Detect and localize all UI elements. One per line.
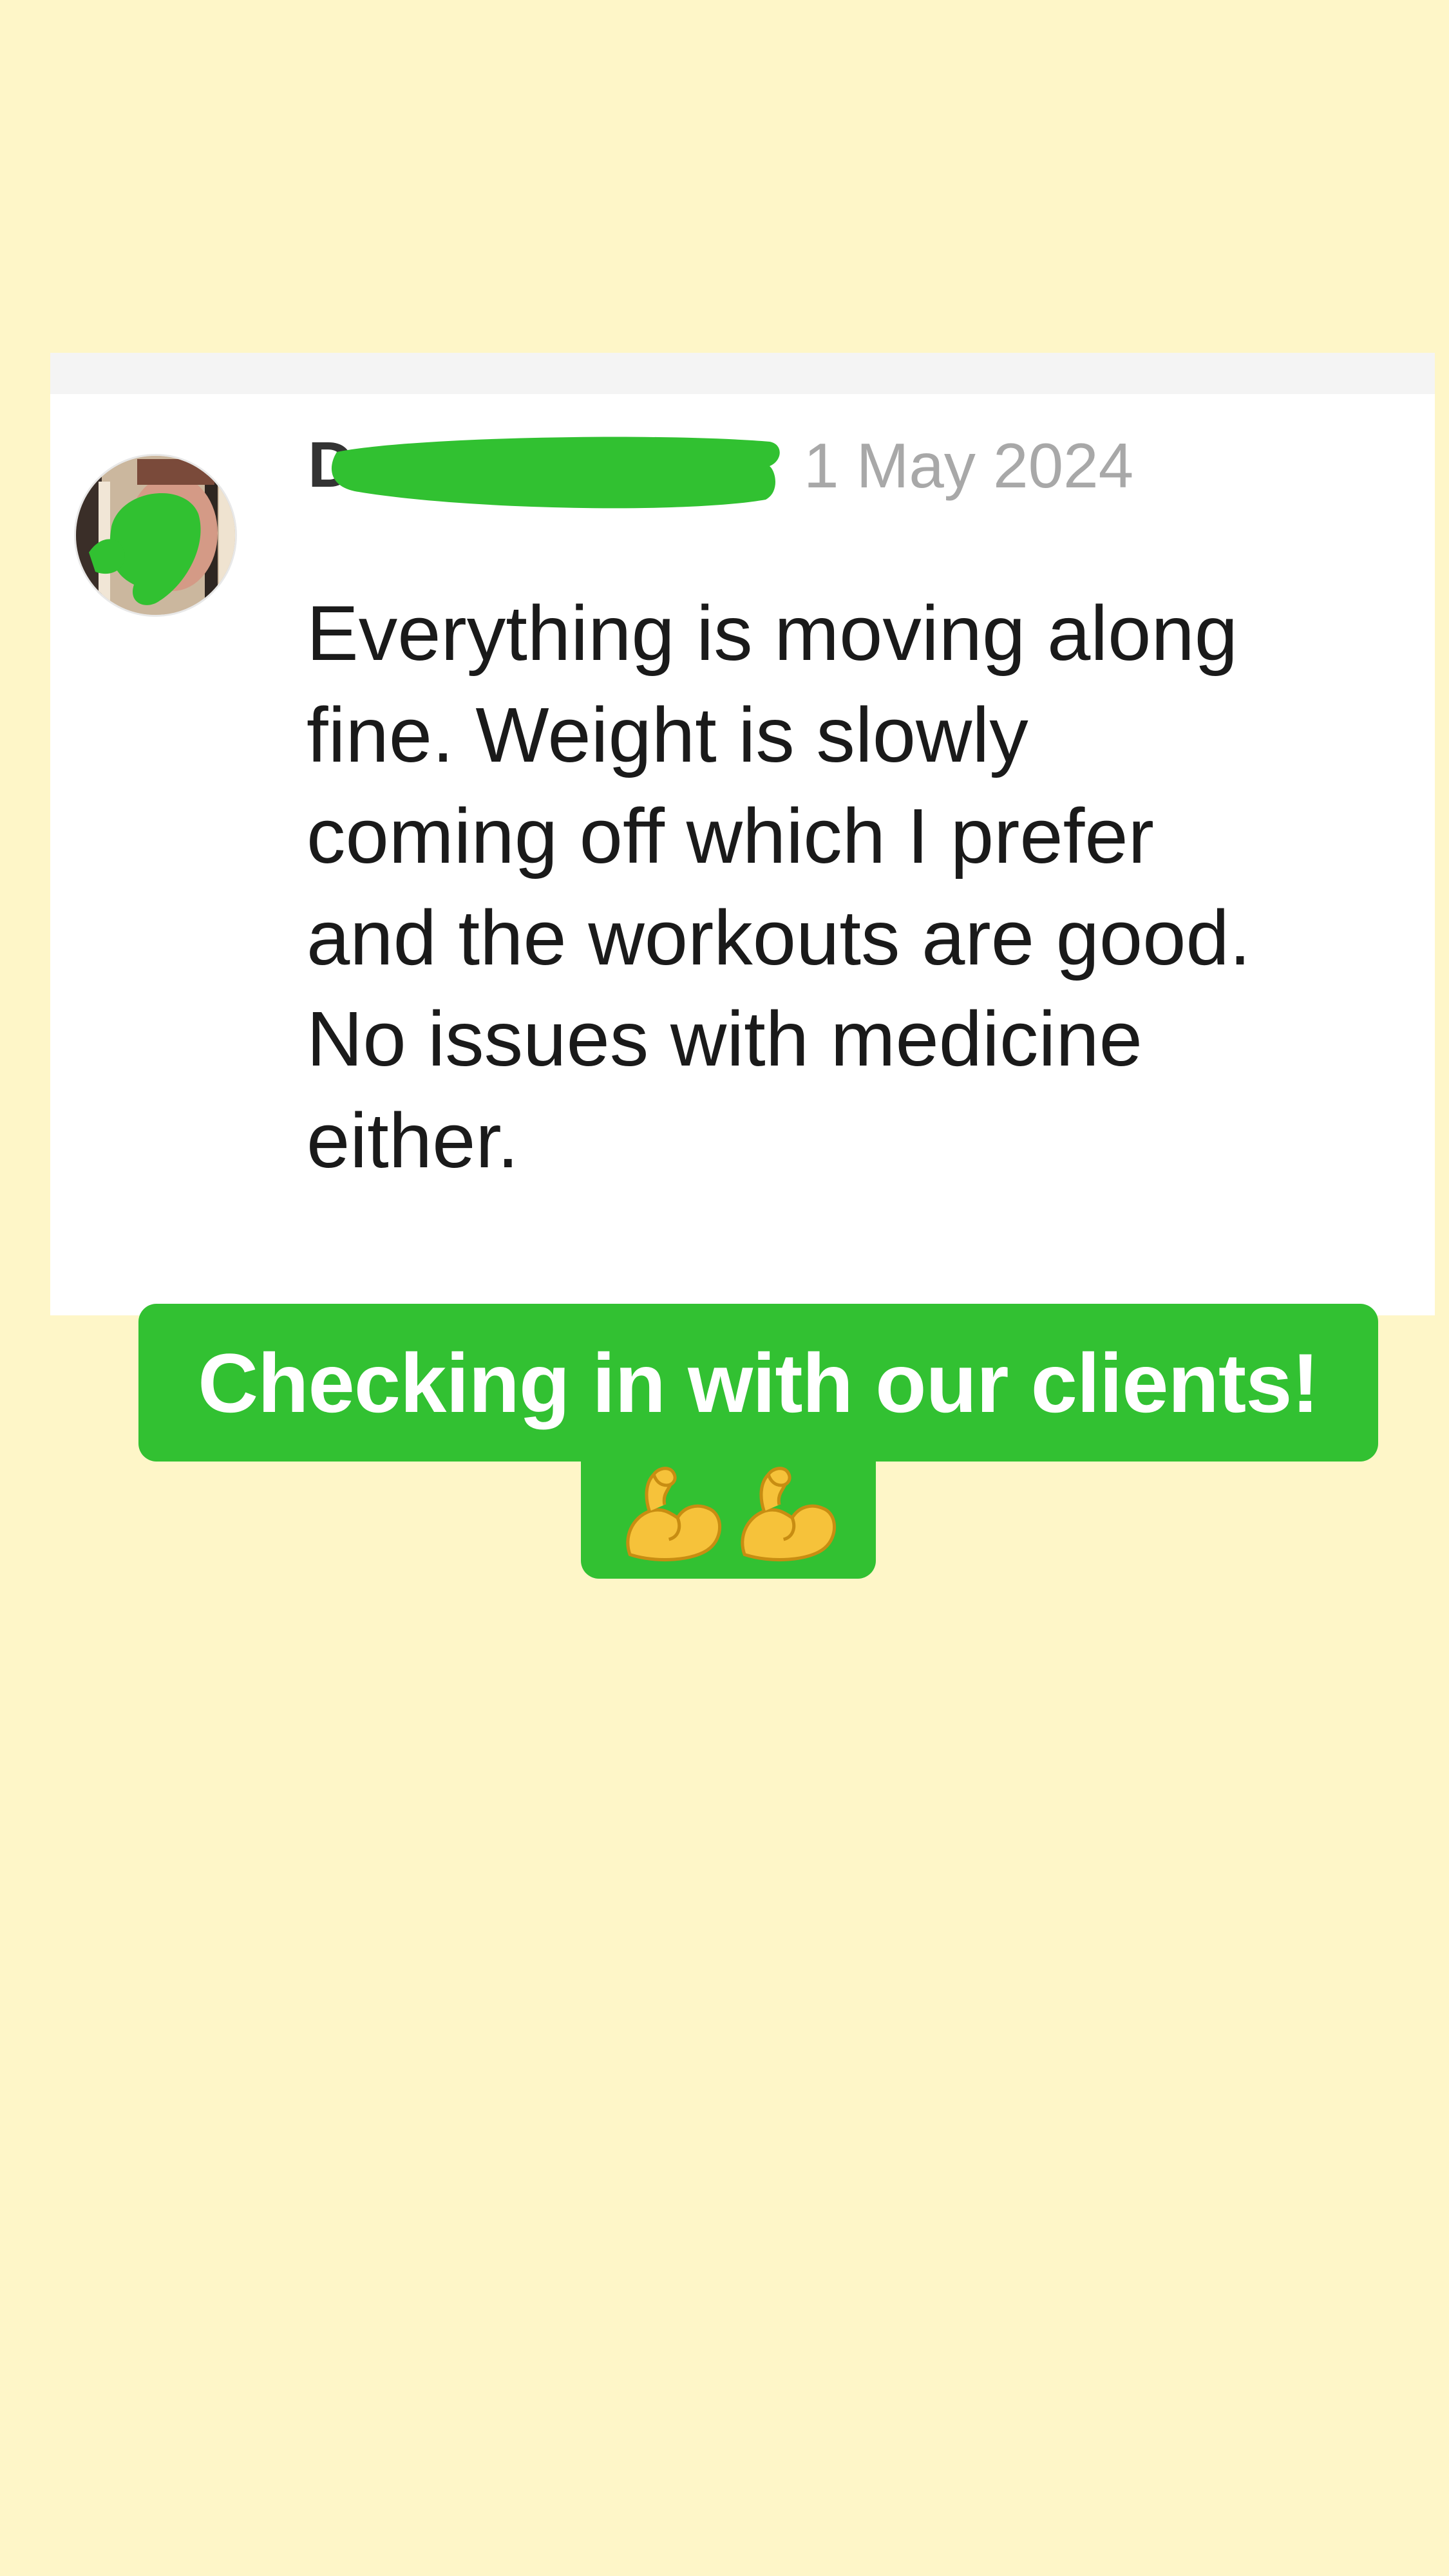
comment-date: 1 May 2024 <box>804 430 1134 501</box>
comment-line: and the workouts are good. <box>307 893 1251 981</box>
comment-line: fine. Weight is slowly <box>307 690 1028 778</box>
comment-line: No issues with medicine <box>307 995 1142 1082</box>
caption-emoji-banner <box>581 1452 876 1579</box>
comment-text: Everything is moving along fine. Weight … <box>307 583 1363 1191</box>
card-top-divider <box>50 353 1435 394</box>
caption-text: Checking in with our clients! <box>198 1335 1320 1430</box>
avatar-photo <box>76 456 235 615</box>
flexed-biceps-icon <box>741 1466 837 1561</box>
comment-line: either. <box>307 1096 519 1184</box>
name-redaction-scribble <box>331 437 780 509</box>
avatar[interactable] <box>74 454 237 617</box>
flexed-biceps-icon <box>626 1466 722 1561</box>
comment-line: coming off which I prefer <box>307 792 1154 879</box>
caption-banner: Checking in with our clients! <box>138 1304 1378 1462</box>
comment-line: Everything is moving along <box>307 589 1238 677</box>
